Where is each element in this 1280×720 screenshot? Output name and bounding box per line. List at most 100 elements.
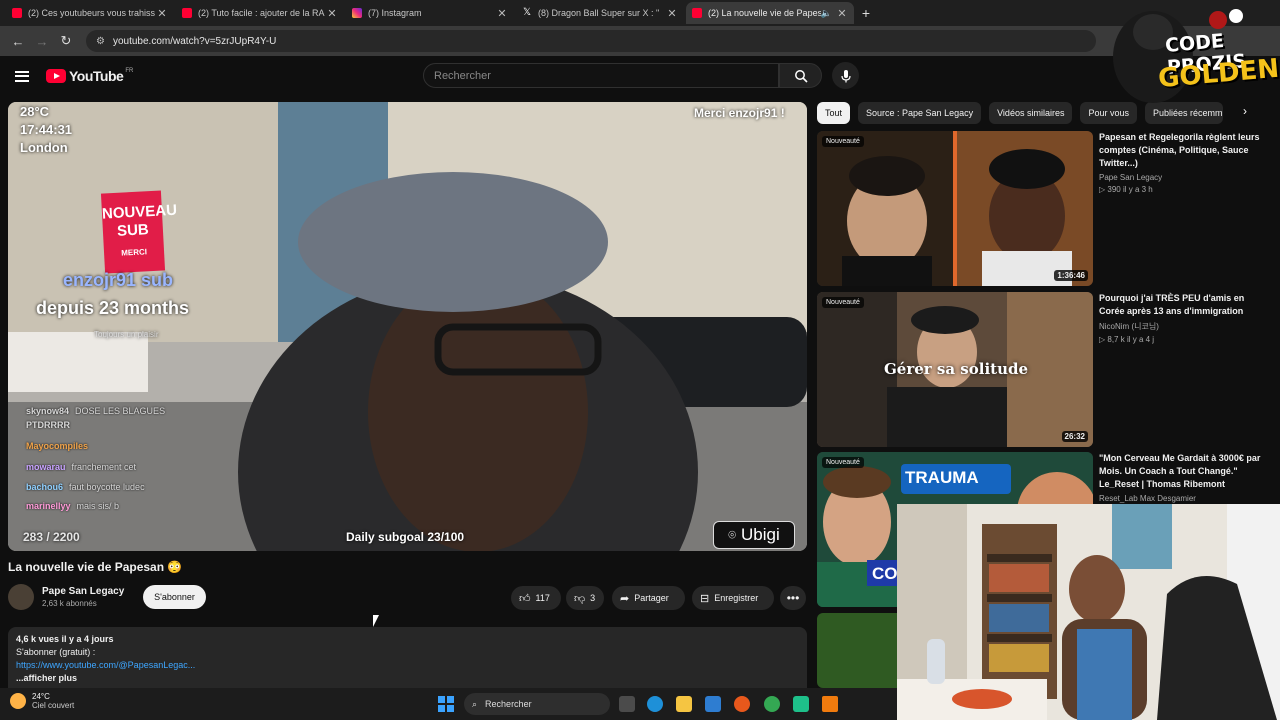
url-text: youtube.com/watch?v=5zrJUpR4Y-U — [112, 35, 277, 47]
dislike-button[interactable]: 👎︎ 3 — [566, 586, 604, 610]
chip-recent[interactable]: Publiées récemm — [1144, 102, 1223, 124]
browser-tab[interactable]: (2) Tuto facile : ajouter de la RA ✕ — [176, 2, 344, 24]
chat-message: PTDRRRR — [26, 420, 76, 430]
vlc-icon[interactable] — [822, 696, 838, 712]
recommended-channel[interactable]: NicoNim (니코님) — [1099, 321, 1269, 332]
recommended-title[interactable]: "Mon Cerveau Me Gardait à 3000€ par Mois… — [1099, 452, 1269, 491]
weather-temp: 28°C — [20, 104, 50, 119]
taskbar-search-label: Rechercher — [485, 699, 532, 709]
save-button[interactable]: ⊟ Enregistrer — [692, 586, 774, 610]
tab-title: (2) La nouvelle vie de Papes — [708, 8, 821, 18]
close-tab-icon[interactable]: ✕ — [496, 7, 508, 20]
thumbnail-caption-partial: CO — [872, 564, 898, 583]
chevron-right-icon[interactable]: › — [1236, 104, 1254, 122]
site-info-icon[interactable]: ⚙ — [96, 36, 105, 47]
chip-source[interactable]: Source : Pape San Legacy — [858, 102, 982, 124]
app-icon[interactable] — [793, 696, 809, 712]
show-more-link[interactable]: ...afficher plus — [16, 673, 799, 683]
chat-user: marinellyy — [26, 501, 71, 511]
badge-top-text: NOUVEAU SUB — [101, 201, 178, 240]
logo-text: YouTube — [69, 68, 124, 84]
chat-text: DOSE LES BLAGUES — [75, 406, 166, 416]
duration-label: 26:32 — [1061, 431, 1088, 442]
mouse-cursor — [373, 615, 379, 627]
file-explorer-icon[interactable] — [676, 696, 692, 712]
video-player[interactable]: 28°C 17:44:31 London Merci enzojr91 ! NO… — [8, 102, 807, 551]
close-tab-icon[interactable]: ✕ — [326, 7, 338, 20]
video-thumbnail[interactable]: Nouveauté Gérer sa solitude 26:32 — [817, 292, 1093, 447]
youtube-icon — [12, 8, 22, 18]
recommended-video[interactable]: Nouveauté 1:36:46 Papesan et Regelegoril… — [817, 131, 1272, 286]
chip-similar[interactable]: Vidéos similaires — [989, 102, 1073, 124]
browser-tab-strip: (2) Ces youtubeurs vous trahiss ✕ (2) Tu… — [0, 0, 1280, 26]
close-tab-icon[interactable]: ✕ — [666, 7, 678, 20]
menu-icon[interactable] — [15, 70, 29, 82]
voice-search-button[interactable] — [832, 62, 859, 89]
youtube-logo[interactable]: YouTube FR — [46, 68, 133, 84]
speaker-icon[interactable]: 🔈 — [821, 8, 832, 19]
chat-message: skynow84 DOSE LES BLAGUES — [26, 406, 165, 416]
recommended-channel[interactable]: Reset_Lab Max Desgamier — [1099, 494, 1269, 503]
windows-start-icon[interactable] — [438, 696, 454, 712]
chat-user: mowarau — [26, 462, 66, 472]
new-badge: Nouveauté — [822, 297, 864, 308]
search-input[interactable]: Rechercher — [423, 63, 779, 88]
channel-name[interactable]: Pape San Legacy — [42, 586, 124, 597]
channel-avatar[interactable] — [8, 584, 34, 610]
chat-message: marinellyy mais sis/ b — [26, 501, 119, 511]
windows-taskbar: 24°C Ciel couvert ⌕ Rechercher — [0, 688, 897, 720]
more-actions-button[interactable]: ••• — [780, 586, 806, 610]
chat-user: bachou6 — [26, 482, 64, 492]
close-tab-icon[interactable]: ✕ — [156, 7, 168, 20]
tab-title: (2) Tuto facile : ajouter de la RA — [198, 8, 325, 18]
search-button[interactable] — [779, 63, 822, 88]
reload-icon[interactable]: ↻ — [54, 29, 78, 53]
chrome-icon[interactable] — [764, 696, 780, 712]
youtube-icon — [182, 8, 192, 18]
subscribe-button[interactable]: S'abonner — [143, 585, 206, 609]
description-link[interactable]: https://www.youtube.com/@PapesanLegac... — [16, 660, 799, 670]
new-tab-button[interactable]: + — [856, 5, 876, 21]
share-icon: ➦ — [620, 592, 630, 605]
location-pin-icon: ⌾ — [728, 527, 737, 542]
back-icon[interactable]: ← — [6, 29, 30, 53]
taskbar-search[interactable]: ⌕ Rechercher — [464, 693, 610, 715]
recommended-title[interactable]: Papesan et Regelegorila règlent leurs co… — [1099, 131, 1269, 170]
search-icon: ⌕ — [472, 698, 478, 709]
recommended-title[interactable]: Pourquoi j'ai TRÈS PEU d'amis en Corée a… — [1099, 292, 1269, 318]
browser-tab-active[interactable]: (2) La nouvelle vie de Papes 🔈 ✕ — [686, 2, 854, 24]
recommended-channel[interactable]: Pape San Legacy — [1099, 173, 1269, 182]
close-tab-icon[interactable]: ✕ — [836, 7, 848, 20]
like-count: 117 — [535, 593, 550, 603]
video-title: La nouvelle vie de Papesan 😳 — [8, 560, 183, 574]
store-icon[interactable] — [705, 696, 721, 712]
recommended-video[interactable]: Nouveauté Gérer sa solitude 26:32 Pourqu… — [817, 292, 1272, 447]
recommended-stats: ▷ 8,7 k il y a 4 j — [1099, 335, 1155, 344]
subscriber-count: 2,63 k abonnés — [42, 599, 97, 608]
address-toolbar: ← → ↻ ⚙ youtube.com/watch?v=5zrJUpR4Y-U — [0, 26, 1280, 56]
like-button[interactable]: 👍︎ 117 — [511, 586, 561, 610]
weather-widget[interactable]: 24°C Ciel couvert — [10, 692, 74, 710]
chip-for-you[interactable]: Pour vous — [1080, 102, 1137, 124]
chat-message: bachou6 faut boycotte ludec — [26, 482, 145, 492]
description-line: S'abonner (gratuit) : — [16, 647, 96, 657]
chat-user: Mayocompiles — [26, 441, 89, 451]
browser-tab[interactable]: (2) Ces youtubeurs vous trahiss ✕ — [6, 2, 174, 24]
forward-icon[interactable]: → — [30, 29, 54, 53]
bookmark-icon: ⊟ — [700, 592, 710, 605]
video-description[interactable]: 4,6 k vues il y a 4 jours S'abonner (gra… — [8, 627, 807, 697]
tab-title: (8) Dragon Ball Super sur X : " — [538, 8, 660, 18]
badge-bottom-text: MERCI — [120, 247, 148, 258]
video-thumbnail[interactable]: Nouveauté 1:36:46 — [817, 131, 1093, 286]
subgoal-text: Daily subgoal 23/100 — [346, 530, 465, 544]
edge-icon[interactable] — [647, 696, 663, 712]
firefox-icon[interactable] — [734, 696, 750, 712]
share-button[interactable]: ➦ Partager — [612, 586, 685, 610]
task-view-icon[interactable] — [619, 696, 635, 712]
streamer-webcam — [897, 504, 1280, 720]
browser-tab[interactable]: (7) Instagram ✕ — [346, 2, 514, 24]
chip-all[interactable]: Tout — [817, 102, 851, 124]
thumbnail-caption: TRAUMA — [905, 468, 979, 487]
url-bar[interactable]: ⚙ youtube.com/watch?v=5zrJUpR4Y-U — [86, 30, 1096, 52]
browser-tab[interactable]: 𝕏 (8) Dragon Ball Super sur X : " ✕ — [516, 2, 684, 24]
